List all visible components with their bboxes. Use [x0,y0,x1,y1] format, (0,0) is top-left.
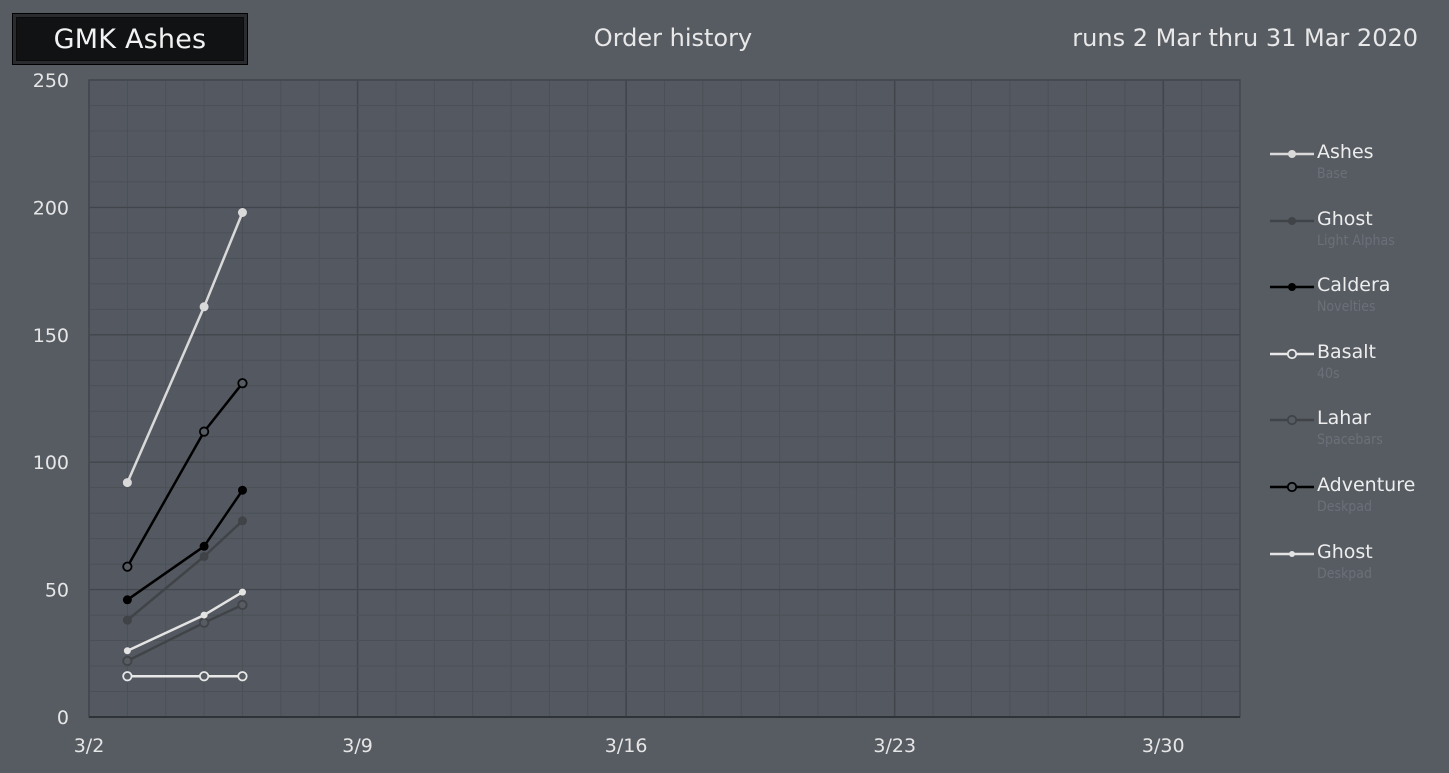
legend-swatch [1270,283,1314,292]
x-tick-label: 3/9 [342,735,373,757]
data-point [237,516,247,526]
legend-subtitle: Spacebars [1317,432,1383,449]
data-point [199,551,209,561]
legend-swatch [1270,481,1314,493]
data-point [199,426,210,437]
legend-item: Ghost Deskpad [1270,540,1440,607]
data-point [199,302,209,312]
y-tick-label: 250 [33,70,69,92]
order-history-chart: 0 50 100 150 200 250 3/2 3/9 3/16 3/23 3/30 [33,70,1241,757]
data-point [237,599,248,610]
legend-item: Ghost Light Alphas [1270,207,1440,274]
data-point [237,207,247,217]
legend: Ashes Base Ghost Light Alphas Caldera Novelti… [1270,140,1440,606]
x-tick-label: 3/2 [74,735,105,757]
legend-subtitle: 40s [1317,365,1340,382]
legend-name: Basalt [1317,340,1376,363]
legend-item: Ashes Base [1270,140,1440,207]
data-point [238,588,246,596]
legend-swatch-marker [1286,415,1298,426]
data-point [122,561,133,572]
legend-subtitle: Light Alphas [1317,232,1395,249]
legend-subtitle: Novelties [1317,299,1376,316]
legend-item: Adventure Deskpad [1270,473,1440,540]
legend-swatch-marker [1288,150,1296,158]
legend-subtitle: Base [1317,166,1348,182]
legend-subtitle: Deskpad [1317,498,1373,515]
legend-swatch-marker [1286,348,1298,359]
data-point [199,617,210,628]
legend-swatch [1270,550,1314,557]
legend-swatch [1270,348,1314,359]
legend-name: Lahar [1317,407,1371,430]
y-tick-label: 0 [57,707,69,729]
legend-swatch-marker [1289,550,1295,557]
legend-subtitle: Deskpad [1317,565,1373,582]
data-point [122,655,133,667]
x-tick-label: 3/30 [1142,735,1185,757]
legend-name: Ghost [1317,540,1373,563]
legend-item: Caldera Novelties [1270,273,1440,340]
data-point [122,595,132,605]
legend-item: Basalt 40s [1270,340,1440,407]
data-point [122,671,133,682]
y-tick-label: 200 [33,197,69,219]
x-tick-label: 3/16 [605,735,648,757]
data-point [199,541,209,551]
data-point [199,671,210,682]
y-tick-label: 150 [33,325,69,347]
data-point [123,647,131,655]
y-tick-label: 100 [33,452,69,474]
data-point [237,485,247,495]
legend-swatch [1270,415,1314,426]
data-point [237,378,248,389]
legend-swatch [1270,216,1314,225]
legend-swatch-marker [1288,216,1296,225]
legend-swatch-marker [1288,283,1296,292]
legend-item: Lahar Spacebars [1270,406,1440,473]
data-point [122,615,132,625]
legend-name: Ashes [1317,141,1374,163]
y-tick-label: 50 [45,580,69,602]
legend-swatch-marker [1286,481,1298,493]
grid [88,79,1241,718]
data-point [237,671,248,682]
legend-name: Caldera [1317,274,1391,297]
legend-swatch [1270,150,1314,158]
legend-name: Ghost [1317,207,1373,230]
data-point [122,478,132,488]
legend-name: Adventure [1317,473,1416,496]
x-tick-label: 3/23 [873,735,916,757]
data-point [200,611,208,619]
